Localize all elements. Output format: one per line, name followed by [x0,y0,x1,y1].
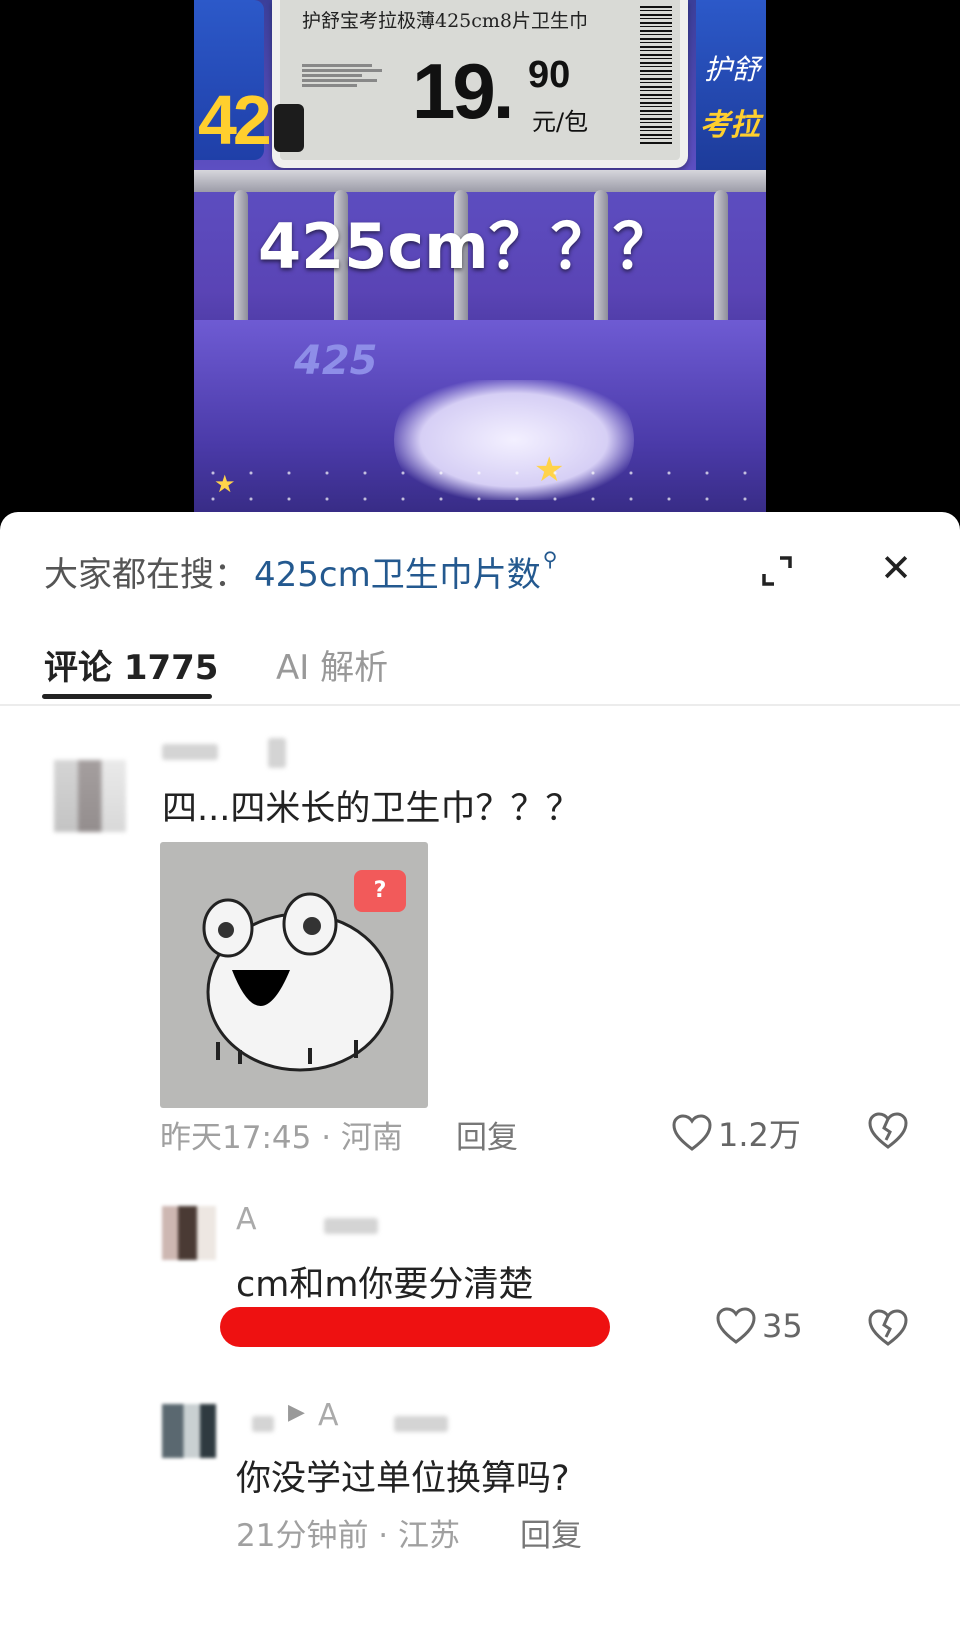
package-left: 42 [194,0,272,160]
broken-heart-icon [868,1112,908,1149]
redaction-mark [220,1307,610,1347]
username-redacted[interactable] [268,738,286,768]
shelf-rail [194,170,766,192]
video-frame: 42 护舒 考拉 护舒宝考拉极薄425cm8片卫生巾 19. 90 元/包 42… [194,0,766,530]
shelf-hook [234,190,248,340]
comment-location: 江苏 [398,1518,461,1554]
broken-heart-icon [868,1309,908,1346]
video-caption: 425cm？？？ [258,210,675,283]
barcode [640,6,672,146]
username-initial[interactable]: A [236,1202,257,1237]
comment-time: 21分钟前 [236,1518,369,1554]
heart-icon [716,1307,756,1344]
comment-tabs: 评论 1775 AI 解析 [0,634,960,706]
package-brand-mark: 护舒 [704,53,761,86]
like-count: 1.2万 [718,1116,801,1154]
comment-meta: 21分钟前 · 江苏 [236,1518,461,1554]
price-tag-fine-print [302,62,402,89]
reply-button[interactable]: 回复 [520,1510,582,1555]
avatar[interactable] [162,1206,216,1260]
like-button[interactable]: 1.2万 [672,1110,801,1156]
question-badge: ? [354,870,406,912]
package-number-lower: 425 [294,338,378,384]
comment-text: 你没学过单位换算吗? [236,1459,570,1499]
comment-text: cm和m你要分清楚 [236,1265,534,1305]
heart-icon [672,1114,712,1151]
comment-text: 四...四米长的卫生巾？？？ [162,789,581,829]
price-tag: 护舒宝考拉极薄425cm8片卫生巾 19. 90 元/包 [272,0,688,168]
username-redacted[interactable] [252,1416,274,1432]
username-redacted[interactable] [162,744,218,760]
like-button[interactable]: 35 [716,1307,803,1345]
trending-search-prefix: 大家都在搜： [44,554,248,595]
package-right: 护舒 考拉 [696,0,766,170]
price-tag-title: 护舒宝考拉极薄425cm8片卫生巾 [302,10,589,32]
close-icon[interactable]: ✕ [876,548,916,588]
trending-search-term[interactable]: 425cm卫生巾片数 [254,547,541,596]
expand-icon[interactable] [760,554,794,588]
reply-button[interactable]: 回复 [456,1112,518,1157]
price-integer: 19. [412,47,514,135]
price-decimal: 90 [528,54,571,96]
avatar[interactable] [162,1404,216,1458]
shelf-hook [714,190,728,340]
dislike-button[interactable] [868,1309,908,1351]
username-redacted[interactable] [324,1218,378,1234]
price-unit: 元/包 [532,108,589,136]
dislike-button[interactable] [868,1112,908,1154]
active-tab-indicator [42,694,212,699]
trending-search[interactable]: 大家都在搜： 425cm卫生巾片数 ⚲ [44,546,557,596]
comment-time: 昨天17:45 [160,1120,312,1156]
video-player[interactable]: 42 护舒 考拉 护舒宝考拉极薄425cm8片卫生巾 19. 90 元/包 42… [0,0,960,530]
tab-ai-analysis[interactable]: AI 解析 [276,640,388,689]
like-count: 35 [762,1307,803,1345]
comment-location: 河南 [340,1120,403,1156]
reply-arrow-icon: ▶ [288,1400,305,1425]
comment-meta: 昨天17:45 · 河南 [160,1120,403,1156]
username-initial[interactable]: A [318,1398,339,1433]
tab-comments[interactable]: 评论 1775 [44,640,218,689]
tag-clip [274,104,304,152]
package-number: 42 [198,81,272,159]
comment-sticker[interactable]: ? [160,842,428,1108]
comments-panel: 大家都在搜： 425cm卫生巾片数 ⚲ ✕ 评论 1775 AI 解析 四...… [0,512,960,1650]
package-brand-mark-2: 考拉 [700,108,760,143]
search-icon: ⚲ [542,547,558,571]
package-lower: 425 ★ ★ [194,320,766,530]
username-redacted[interactable] [394,1416,448,1432]
avatar[interactable] [54,760,126,832]
